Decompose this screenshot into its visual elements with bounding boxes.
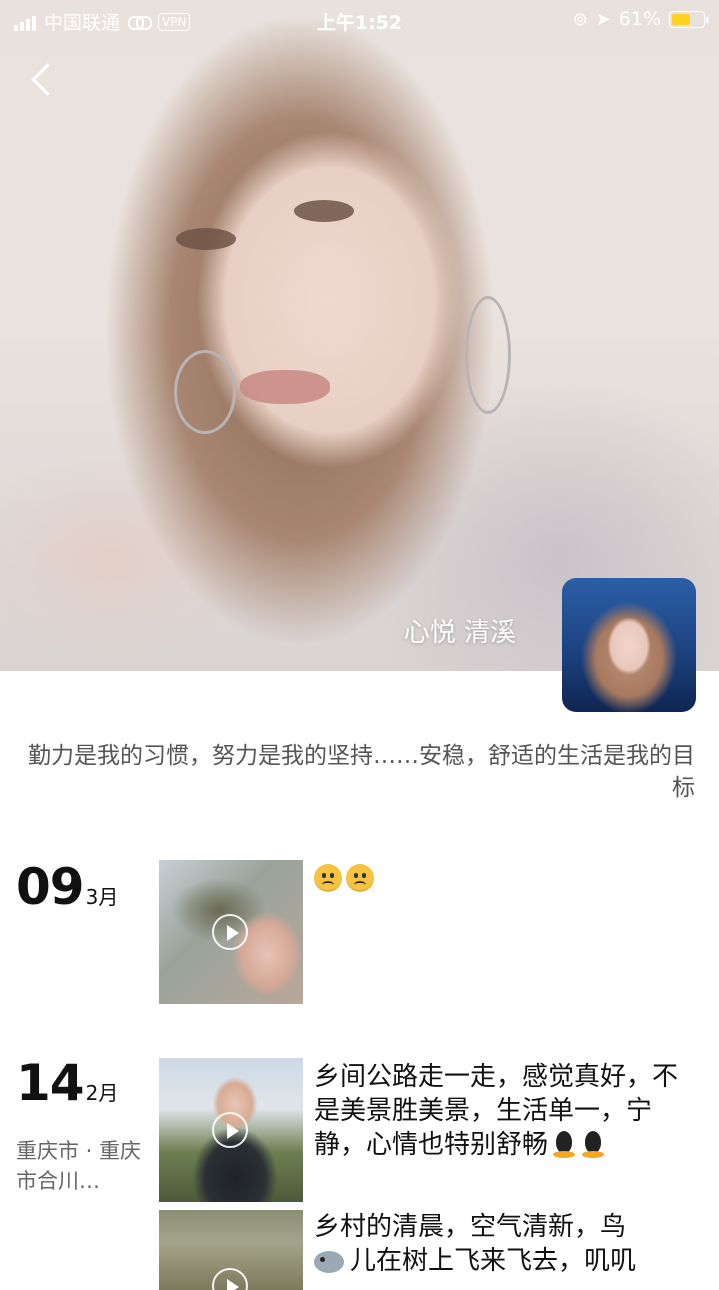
post-text-content: 儿在树上飞来飞去，叽叽 — [350, 1246, 637, 1276]
post-month: 2月 — [85, 1081, 119, 1105]
frown-icon — [346, 864, 374, 892]
battery-fill — [672, 13, 690, 25]
post-text-line: 儿在树上飞来飞去，叽叽 — [314, 1244, 695, 1278]
cover-photo-detail — [294, 200, 354, 222]
post-text-content: 乡间公路走一走，感觉真好，不是美景胜美景，生活单一，宁静，心情也特别舒畅 — [314, 1062, 679, 1160]
post-day: 14 — [16, 1054, 85, 1112]
cover-photo-detail — [176, 228, 236, 250]
profile-bio: 勤力是我的习惯，努力是我的坚持……安稳，舒适的生活是我的目标 — [28, 743, 695, 801]
battery-percent: 61% — [618, 8, 661, 30]
cover-photo-detail — [174, 350, 236, 434]
video-thumbnail[interactable] — [159, 1058, 303, 1202]
cover-photo-detail — [240, 370, 330, 404]
video-thumbnail[interactable] — [159, 860, 303, 1004]
post-date: 09 3月 — [16, 862, 118, 912]
frown-icon — [314, 864, 342, 892]
play-icon — [212, 914, 248, 950]
post-date: 14 2月 — [16, 1058, 118, 1108]
post-text: 乡村的清晨，空气清新，鸟 儿在树上飞来飞去，叽叽 — [314, 1210, 695, 1278]
post-text — [314, 862, 695, 896]
cover-photo-detail — [465, 296, 511, 414]
post-location[interactable]: 重庆市 · 重庆市合川… — [16, 1136, 148, 1196]
post-month: 3月 — [85, 885, 119, 909]
avatar[interactable] — [562, 578, 696, 712]
location-arrow-icon: ➤ — [595, 8, 611, 30]
post-day: 09 — [16, 858, 85, 916]
status-bar: 中国联通 VPN 上午1:52 ⊚ ➤ 61% — [0, 0, 719, 40]
play-icon — [212, 1268, 248, 1290]
post-text: 乡间公路走一走，感觉真好，不是美景胜美景，生活单一，宁静，心情也特别舒畅 — [314, 1060, 695, 1162]
back-button[interactable] — [22, 58, 66, 102]
video-thumbnail[interactable] — [159, 1210, 303, 1290]
battery-icon — [669, 10, 709, 28]
bird-icon — [314, 1251, 344, 1273]
qq-penguin-icon — [580, 1131, 606, 1159]
post-text-line: 乡村的清晨，空气清新，鸟 — [314, 1212, 627, 1242]
screen-lock-icon: ⊚ — [572, 8, 588, 30]
play-icon — [212, 1112, 248, 1148]
profile-name: 心悦 清溪 — [403, 618, 516, 648]
cover-photo[interactable] — [0, 0, 719, 671]
qq-penguin-icon — [551, 1131, 577, 1159]
